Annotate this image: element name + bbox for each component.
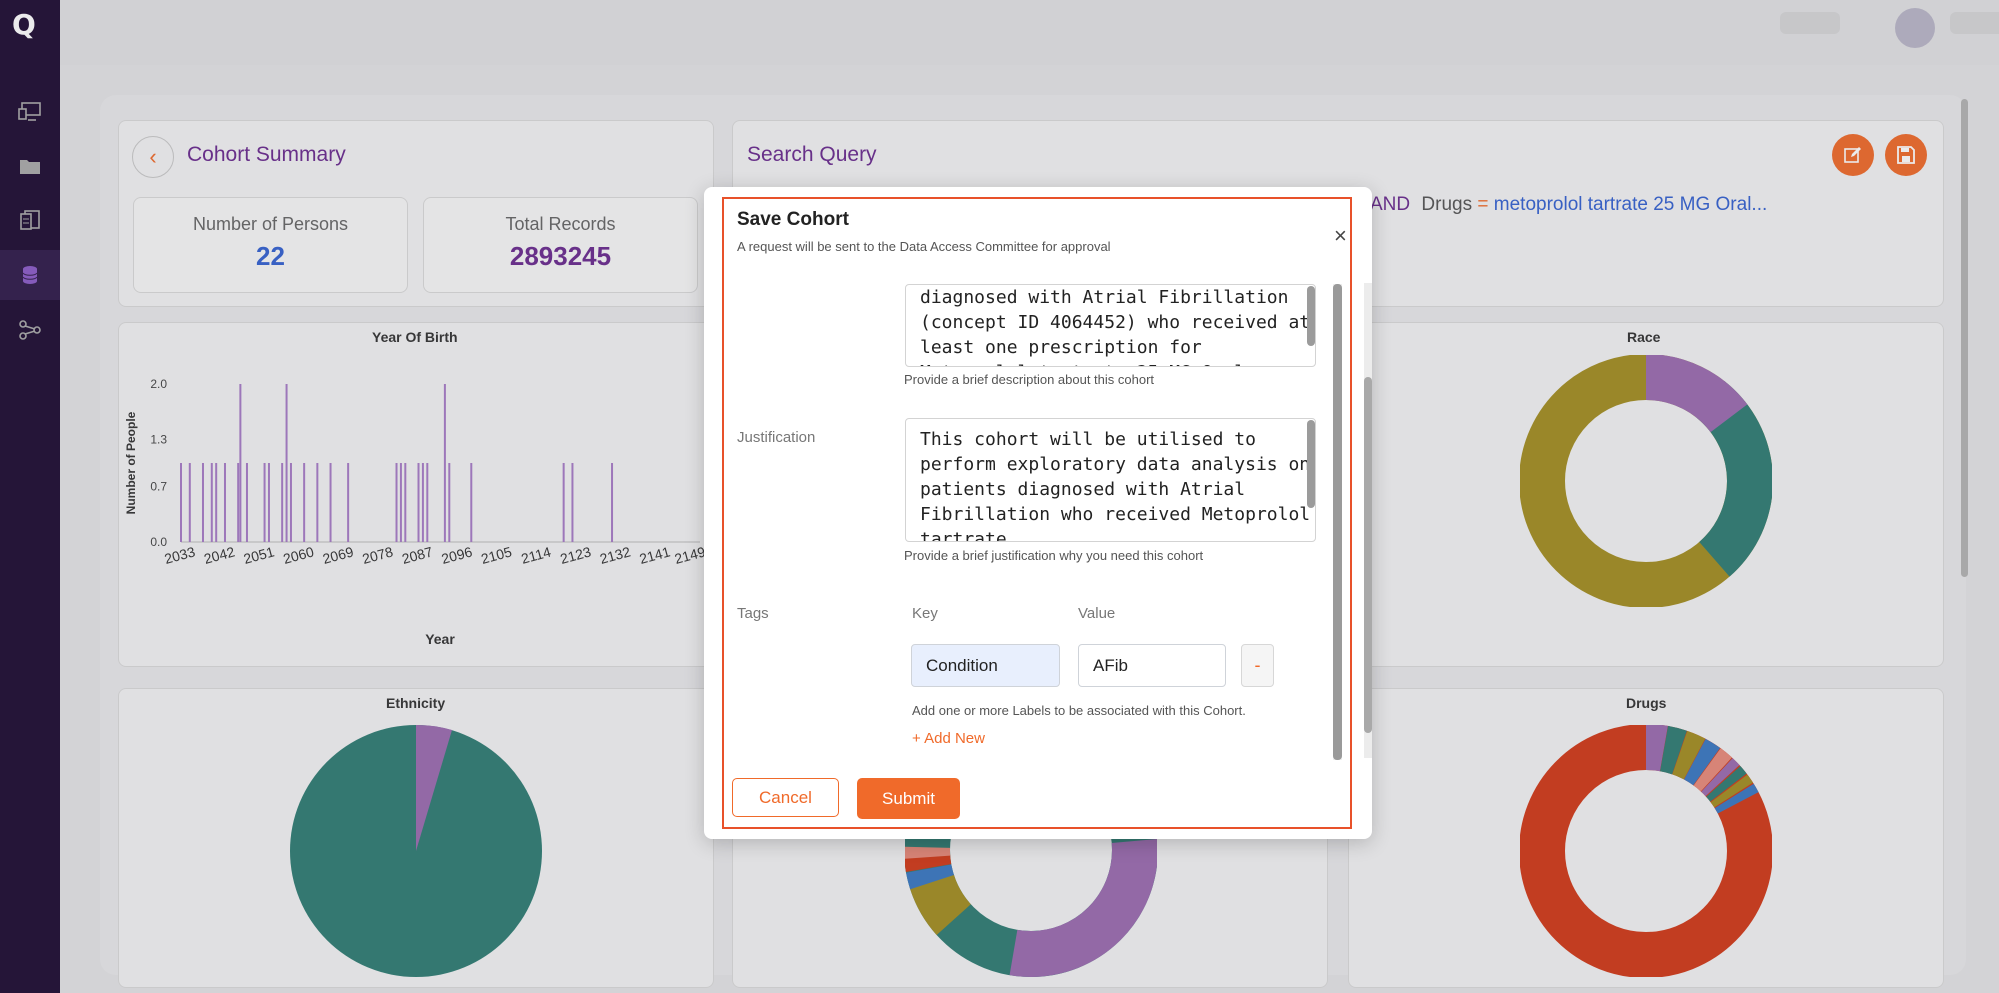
- description-scrollbar[interactable]: [1307, 286, 1315, 346]
- remove-tag-button[interactable]: -: [1241, 644, 1274, 687]
- tags-help: Add one or more Labels to be associated …: [912, 703, 1246, 718]
- tag-key-input[interactable]: Condition: [911, 644, 1060, 687]
- value-label: Value: [1078, 605, 1116, 622]
- tag-value-input[interactable]: AFib: [1078, 644, 1226, 687]
- cancel-button[interactable]: Cancel: [732, 778, 839, 817]
- add-new-tag-button[interactable]: + Add New: [912, 730, 985, 747]
- tags-label: Tags: [737, 605, 769, 622]
- justification-textarea[interactable]: This cohort will be utilised to perform …: [905, 418, 1316, 542]
- justification-label: Justification: [737, 429, 816, 446]
- key-label: Key: [912, 605, 938, 622]
- submit-button[interactable]: Submit: [857, 778, 960, 819]
- modal-subtitle: A request will be sent to the Data Acces…: [737, 239, 1111, 254]
- form-scrollbar[interactable]: [1333, 284, 1342, 760]
- justification-help: Provide a brief justification why you ne…: [904, 548, 1204, 563]
- modal-title: Save Cohort: [737, 209, 849, 230]
- modal-scrollbar[interactable]: [1364, 283, 1372, 758]
- save-cohort-modal: Save Cohort A request will be sent to th…: [704, 187, 1372, 839]
- close-icon[interactable]: ×: [1334, 223, 1347, 249]
- description-textarea[interactable]: diagnosed with Atrial Fibrillation (conc…: [905, 284, 1316, 367]
- justification-scrollbar[interactable]: [1307, 420, 1315, 508]
- description-help: Provide a brief description about this c…: [904, 372, 1155, 387]
